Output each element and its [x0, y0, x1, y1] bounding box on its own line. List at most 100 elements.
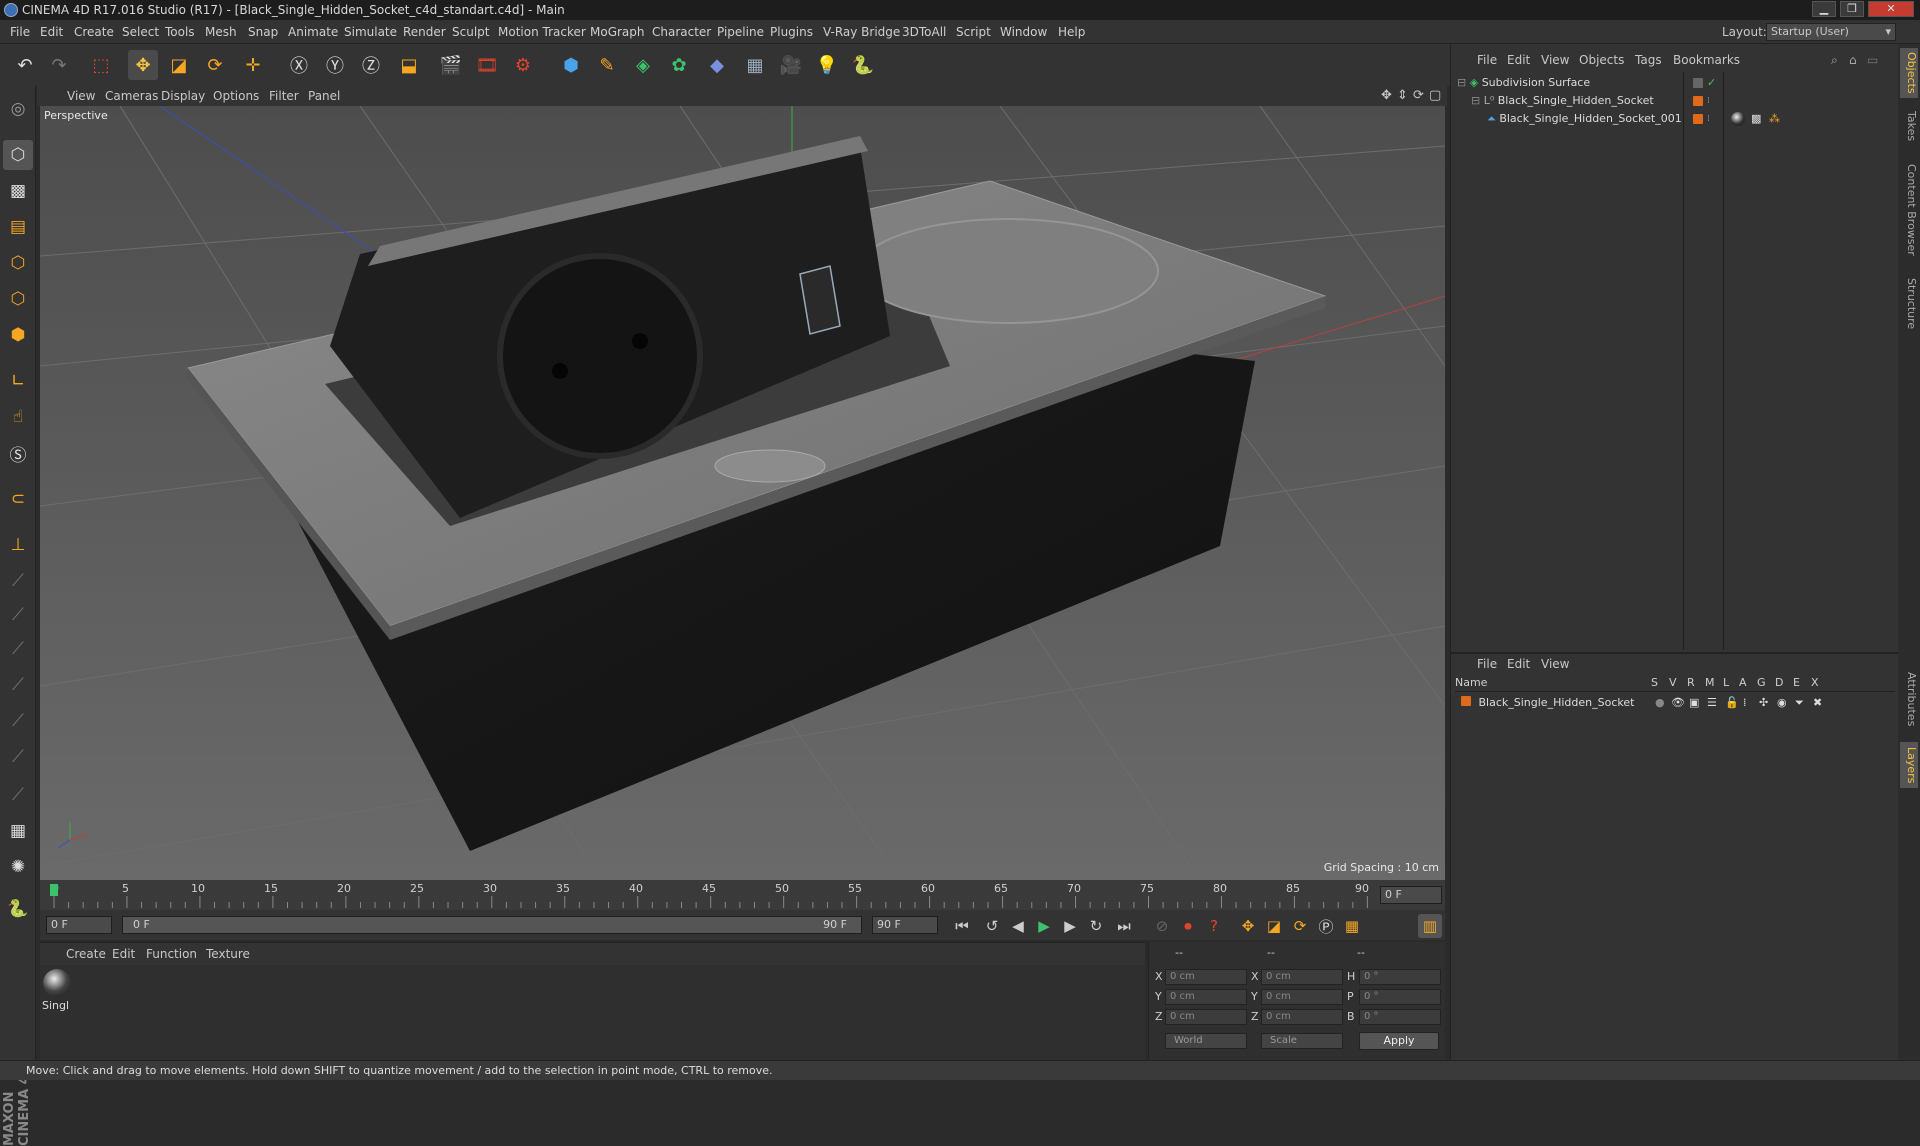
menu-help[interactable]: Help	[1058, 20, 1085, 44]
layer-lock-icon[interactable]: 🔓	[1725, 694, 1739, 712]
collapse-icon[interactable]: ⊟	[1471, 94, 1480, 107]
timeline-ruler[interactable]: 0 5 10 15 20 25 30 35 40 45 50 55 60 65 …	[40, 880, 1445, 910]
workplane-icon[interactable]: ▤	[3, 212, 33, 242]
undo-icon[interactable]: ↶	[10, 50, 40, 80]
axis-mode-icon[interactable]: ∟	[3, 366, 33, 396]
layer-deformers-icon[interactable]: ◉	[1777, 694, 1787, 712]
redo-icon[interactable]: ↷	[44, 50, 74, 80]
points-mode-icon[interactable]: ⬡	[3, 248, 33, 278]
playhead[interactable]	[50, 884, 58, 896]
menu-sculpt[interactable]: Sculpt	[452, 20, 489, 44]
workplane-axis-icon[interactable]: ⊥	[3, 530, 33, 560]
position-x-field[interactable]: 0 cm	[1165, 969, 1247, 985]
phong-tag-icon[interactable]: ⁂	[1769, 110, 1780, 128]
size-x-field[interactable]: 0 cm	[1261, 969, 1343, 985]
position-y-field[interactable]: 0 cm	[1165, 989, 1247, 1005]
layer-manager-icon[interactable]: ☰	[1707, 694, 1717, 712]
python-icon[interactable]: 🐍	[848, 50, 878, 80]
coordinate-mode-dropdown[interactable]: World	[1165, 1033, 1247, 1049]
rotate-tool-icon[interactable]: ⟳	[200, 50, 230, 80]
menu-motion-tracker[interactable]: Motion Tracker	[498, 20, 586, 44]
viewport-menu-view[interactable]: View	[67, 86, 95, 106]
polygons-mode-icon[interactable]: ⬢	[3, 320, 33, 350]
locked-workplane-icon[interactable]: ⟋	[3, 566, 33, 596]
key-position-icon[interactable]: ✥	[1236, 914, 1260, 938]
material-menu-edit[interactable]: Edit	[112, 943, 135, 965]
enabled-check-icon[interactable]: ✓	[1707, 74, 1716, 92]
tab-layers[interactable]: Layers	[1900, 742, 1918, 788]
x-axis-lock-icon[interactable]: Ⓧ	[284, 50, 314, 80]
xz-workplane-icon[interactable]: ⟋	[3, 706, 33, 736]
collapse-icon[interactable]: ⊟	[1457, 76, 1466, 89]
layer-menu-view[interactable]: View	[1541, 654, 1569, 674]
camera-icon[interactable]: 🎥	[776, 50, 806, 80]
layer-expressions-icon[interactable]: ⏷	[1795, 694, 1804, 712]
key-rotation-icon[interactable]: ⟳	[1288, 914, 1312, 938]
layer-xref-icon[interactable]: ✖	[1813, 694, 1822, 712]
viewport-rotate-icon[interactable]: ⟳	[1413, 86, 1424, 106]
menu-pipeline[interactable]: Pipeline	[717, 20, 764, 44]
viewport-maximize-icon[interactable]: ▢	[1429, 86, 1441, 106]
layer-color-swatch[interactable]	[1693, 114, 1703, 124]
3d-viewport[interactable]: Perspective Grid Spacing : 10 cm	[40, 106, 1445, 880]
edges-mode-icon[interactable]: ⬡	[3, 284, 33, 314]
object-row-black-single-hidden-socket[interactable]: ⊟ L⁰ Black_Single_Hidden_Socket ⁞	[1471, 92, 1891, 110]
material-menu-create[interactable]: Create	[66, 943, 106, 965]
object-name[interactable]: Subdivision Surface	[1482, 76, 1590, 89]
object-menu-view[interactable]: View	[1541, 50, 1569, 70]
menu-character[interactable]: Character	[652, 20, 711, 44]
snap-settings-icon[interactable]: ⟋	[3, 780, 33, 810]
maximize-button[interactable]: ❐	[1840, 1, 1864, 17]
layout-dropdown[interactable]: Startup (User) ▾	[1766, 23, 1896, 41]
size-z-field[interactable]: 0 cm	[1261, 1009, 1343, 1025]
menu-snap[interactable]: Snap	[248, 20, 278, 44]
floor-icon[interactable]: ▦	[740, 50, 770, 80]
cloner-icon[interactable]: ✿	[664, 50, 694, 80]
keyframe-selection-icon[interactable]: ?	[1202, 914, 1226, 938]
menu-plugins[interactable]: Plugins	[770, 20, 813, 44]
menu-create[interactable]: Create	[74, 20, 114, 44]
object-menu-edit[interactable]: Edit	[1507, 50, 1530, 70]
layer-solo-icon[interactable]: ●	[1655, 694, 1665, 712]
layer-menu-edit[interactable]: Edit	[1507, 654, 1530, 674]
layer-row[interactable]: Black_Single_Hidden_Socket ● 👁 ▣ ☰ 🔓 ⁞ ✣…	[1461, 694, 1891, 712]
viewport-pan-icon[interactable]: ✥	[1381, 86, 1392, 106]
viewport-menu-cameras[interactable]: Cameras	[105, 86, 158, 106]
key-scale-icon[interactable]: ◪	[1262, 914, 1286, 938]
minimize-button[interactable]: ▁	[1812, 1, 1836, 17]
layer-animation-icon[interactable]: ⁞	[1743, 694, 1747, 712]
next-key-icon[interactable]: ↻	[1084, 914, 1108, 938]
previous-frame-icon[interactable]: ◀	[1006, 914, 1030, 938]
viewport-zoom-icon[interactable]: ⇕	[1397, 86, 1408, 106]
snap-icon[interactable]: Ⓢ	[3, 438, 33, 468]
frame-range-slider[interactable]: 0 F 90 F	[122, 916, 862, 934]
planar-workplane-icon[interactable]: ⟋	[3, 600, 33, 630]
menu-mograph[interactable]: MoGraph	[590, 20, 645, 44]
layer-name[interactable]: Black_Single_Hidden_Socket	[1479, 696, 1635, 709]
autokey-icon[interactable]: ⏺	[1176, 914, 1200, 938]
render-settings-icon[interactable]: ⚙	[508, 50, 538, 80]
model-mode-icon[interactable]: ⬡	[3, 140, 33, 170]
live-selection-icon[interactable]: ⬚	[86, 50, 116, 80]
menu-animate[interactable]: Animate	[288, 20, 338, 44]
align-workplane-icon[interactable]: ⟋	[3, 742, 33, 772]
play-icon[interactable]: ▶	[1032, 914, 1056, 938]
scale-tool-icon[interactable]: ◪	[164, 50, 194, 80]
y-axis-lock-icon[interactable]: Ⓨ	[320, 50, 350, 80]
coordinate-system-icon[interactable]: ⬓	[394, 50, 424, 80]
grid-snap-icon[interactable]: ▦	[3, 816, 33, 846]
object-name[interactable]: Black_Single_Hidden_Socket	[1498, 94, 1654, 107]
go-to-end-icon[interactable]: ⏭	[1112, 914, 1136, 938]
object-row-black-single-hidden-socket-001[interactable]: ⏶ Black_Single_Hidden_Socket_001 ⁞ ▩ ⁂	[1487, 110, 1891, 128]
light-icon[interactable]: 💡	[812, 50, 842, 80]
object-menu-tags[interactable]: Tags	[1635, 50, 1662, 70]
record-keys-icon[interactable]: ⊘	[1150, 914, 1174, 938]
menu-simulate[interactable]: Simulate	[344, 20, 397, 44]
visibility-dots-icon[interactable]: ⁞	[1707, 110, 1710, 128]
python-script-icon[interactable]: 🐍	[3, 894, 33, 924]
spline-pen-icon[interactable]: ✎	[592, 50, 622, 80]
timeline-window-icon[interactable]: ▥	[1418, 914, 1442, 938]
material-menu-texture[interactable]: Texture	[206, 943, 250, 965]
layer-menu-file[interactable]: File	[1477, 654, 1497, 674]
move-tool-icon[interactable]: ✥	[128, 50, 158, 80]
